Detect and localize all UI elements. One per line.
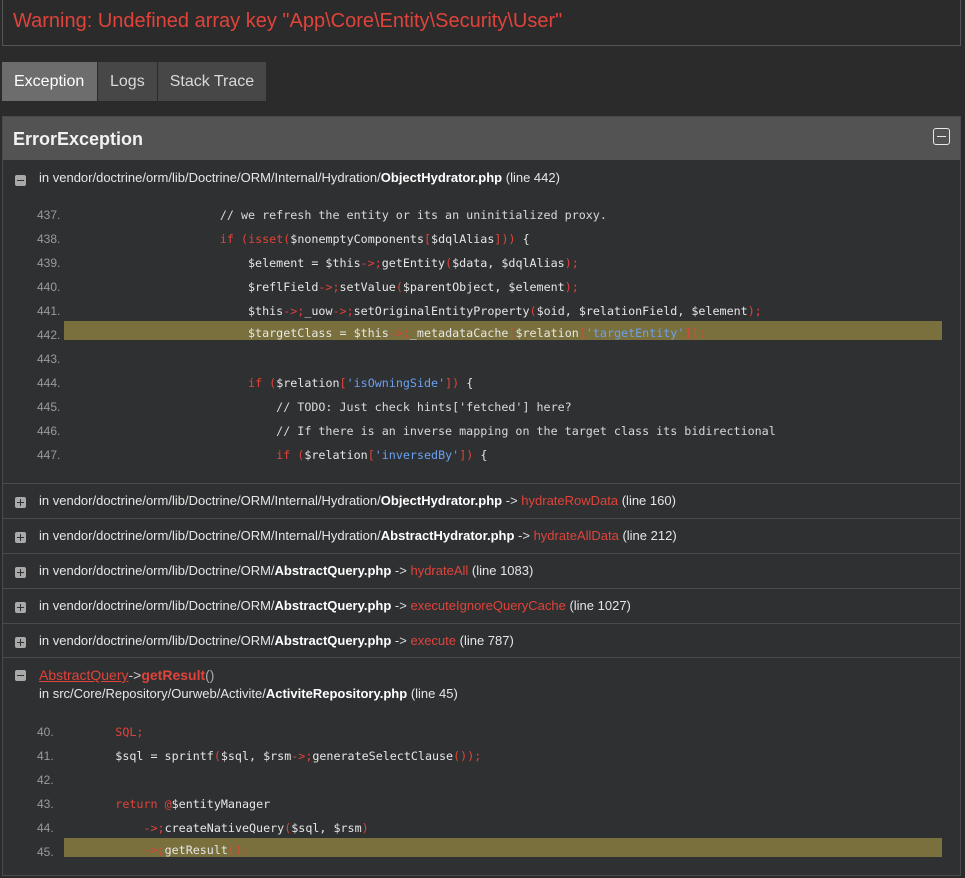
warning-title: Warning: Undefined array key "App\Core\E…: [13, 10, 563, 32]
code-line: 439. $element = $this->;getEntity($data,…: [3, 252, 960, 274]
collapse-frame-icon[interactable]: [15, 670, 26, 681]
line-number: 44.: [37, 821, 54, 835]
line-number: 41.: [37, 749, 54, 763]
expand-frame-icon[interactable]: [15, 637, 26, 648]
line-number: 43.: [37, 797, 54, 811]
code-text: // If there is an inverse mapping on the…: [51, 424, 776, 438]
stack-frame-5[interactable]: in vendor/doctrine/orm/lib/Doctrine/ORM/…: [3, 588, 960, 624]
code-line: 441. $this->;_uow->;setOriginalEntityPro…: [3, 300, 960, 322]
frame-path: in vendor/doctrine/orm/lib/Doctrine/ORM/…: [39, 563, 534, 578]
stack-frame-3[interactable]: in vendor/doctrine/orm/lib/Doctrine/ORM/…: [3, 518, 960, 554]
code-line: 438. if (isset($nonemptyComponents[$dqlA…: [3, 228, 960, 250]
stack-frame-2[interactable]: in vendor/doctrine/orm/lib/Doctrine/ORM/…: [3, 483, 960, 519]
code-text: if (isset($nonemptyComponents[$dqlAlias]…: [219, 232, 530, 246]
exception-title: ErrorException: [13, 129, 144, 149]
code-line: 40. SQL;: [3, 721, 960, 743]
code-text: if ($relation['isOwningSide']) {: [248, 376, 474, 390]
warning-header: Warning: Undefined array key "App\Core\E…: [2, 0, 961, 46]
frame-path: in vendor/doctrine/orm/lib/Doctrine/ORM/…: [39, 170, 560, 185]
code-line: 444. if ($relation['isOwningSide']) {: [3, 372, 960, 394]
frame-path: in vendor/doctrine/orm/lib/Doctrine/ORM/…: [39, 633, 514, 648]
code-line: 445. // TODO: Just check hints['fetched'…: [3, 396, 960, 418]
code-text: $reflField->;setValue($parentObject, $el…: [51, 280, 579, 294]
frame-path: in vendor/doctrine/orm/lib/Doctrine/ORM/…: [39, 598, 631, 613]
collapse-frame-icon[interactable]: [15, 175, 26, 186]
tab-stack-trace[interactable]: Stack Trace: [157, 62, 267, 101]
code-text: ->;getResult();: [143, 843, 250, 857]
code-line: 44. ->;createNativeQuery($sql, $rsm): [3, 817, 960, 839]
frame-function: hydrateAll: [410, 563, 469, 578]
code-text: if ($relation['inversedBy']) {: [276, 448, 488, 462]
code-text: return @$entityManager: [115, 797, 271, 811]
line-number: 45.: [37, 845, 54, 859]
code-line: 43. return @$entityManager: [3, 793, 960, 815]
frame-function: executeIgnoreQueryCache: [410, 598, 566, 613]
tab-bar: Exception Logs Stack Trace: [2, 62, 267, 101]
code-text: ->;createNativeQuery($sql, $rsm): [143, 821, 369, 835]
code-text: // we refresh the entity or its an unini…: [51, 208, 607, 222]
line-number: 40.: [37, 725, 54, 739]
frame-function: hydrateAllData: [533, 528, 619, 543]
expand-frame-icon[interactable]: [15, 532, 26, 543]
frame-path: in src/Core/Repository/Ourweb/Activite/A…: [39, 686, 458, 701]
exception-header: ErrorException: [3, 117, 960, 160]
code-line: 440. $reflField->;setValue($parentObject…: [3, 276, 960, 298]
tab-exception[interactable]: Exception: [2, 62, 97, 101]
frame-path: in vendor/doctrine/orm/lib/Doctrine/ORM/…: [39, 528, 677, 543]
code-line: 437. // we refresh the entity or its an …: [3, 204, 960, 226]
code-line: 45. ->;getResult();: [3, 838, 960, 860]
frame-call: AbstractQuery->getResult(): [39, 667, 215, 683]
line-number: 42.: [37, 773, 54, 787]
expand-frame-icon[interactable]: [15, 497, 26, 508]
expand-frame-icon[interactable]: [15, 567, 26, 578]
frame-function: hydrateRowData: [521, 493, 619, 508]
code-text: // TODO: Just check hints['fetched'] her…: [51, 400, 572, 414]
code-text: $targetClass = $this->;_metadataCache[$r…: [51, 326, 706, 340]
code-text: $sql = sprintf($sql, $rsm->;generateSele…: [59, 749, 482, 763]
code-text: SQL;: [115, 725, 144, 739]
code-line: 443.: [3, 348, 960, 370]
collapse-icon[interactable]: [933, 128, 950, 145]
code-line: 42.: [3, 769, 960, 791]
frame-path: in vendor/doctrine/orm/lib/Doctrine/ORM/…: [39, 493, 676, 508]
code-line: 442. $targetClass = $this->;_metadataCac…: [3, 321, 960, 343]
stack-frame-4[interactable]: in vendor/doctrine/orm/lib/Doctrine/ORM/…: [3, 553, 960, 589]
stack-frame-6[interactable]: in vendor/doctrine/orm/lib/Doctrine/ORM/…: [3, 623, 960, 659]
line-number: 443.: [37, 352, 61, 366]
code-text: $this->;_uow->;setOriginalEntityProperty…: [51, 304, 762, 318]
code-line: 41. $sql = sprintf($sql, $rsm->;generate…: [3, 745, 960, 767]
expand-frame-icon[interactable]: [15, 602, 26, 613]
exception-panel: ErrorException in vendor/doctrine/orm/li…: [2, 116, 961, 876]
code-line: 447. if ($relation['inversedBy']) {: [3, 444, 960, 466]
code-text: $element = $this->;getEntity($data, $dql…: [51, 256, 579, 270]
frame-function: execute: [410, 633, 457, 648]
code-line: 446. // If there is an inverse mapping o…: [3, 420, 960, 442]
tab-logs[interactable]: Logs: [98, 62, 157, 101]
frame-class-link[interactable]: AbstractQuery: [39, 667, 128, 683]
